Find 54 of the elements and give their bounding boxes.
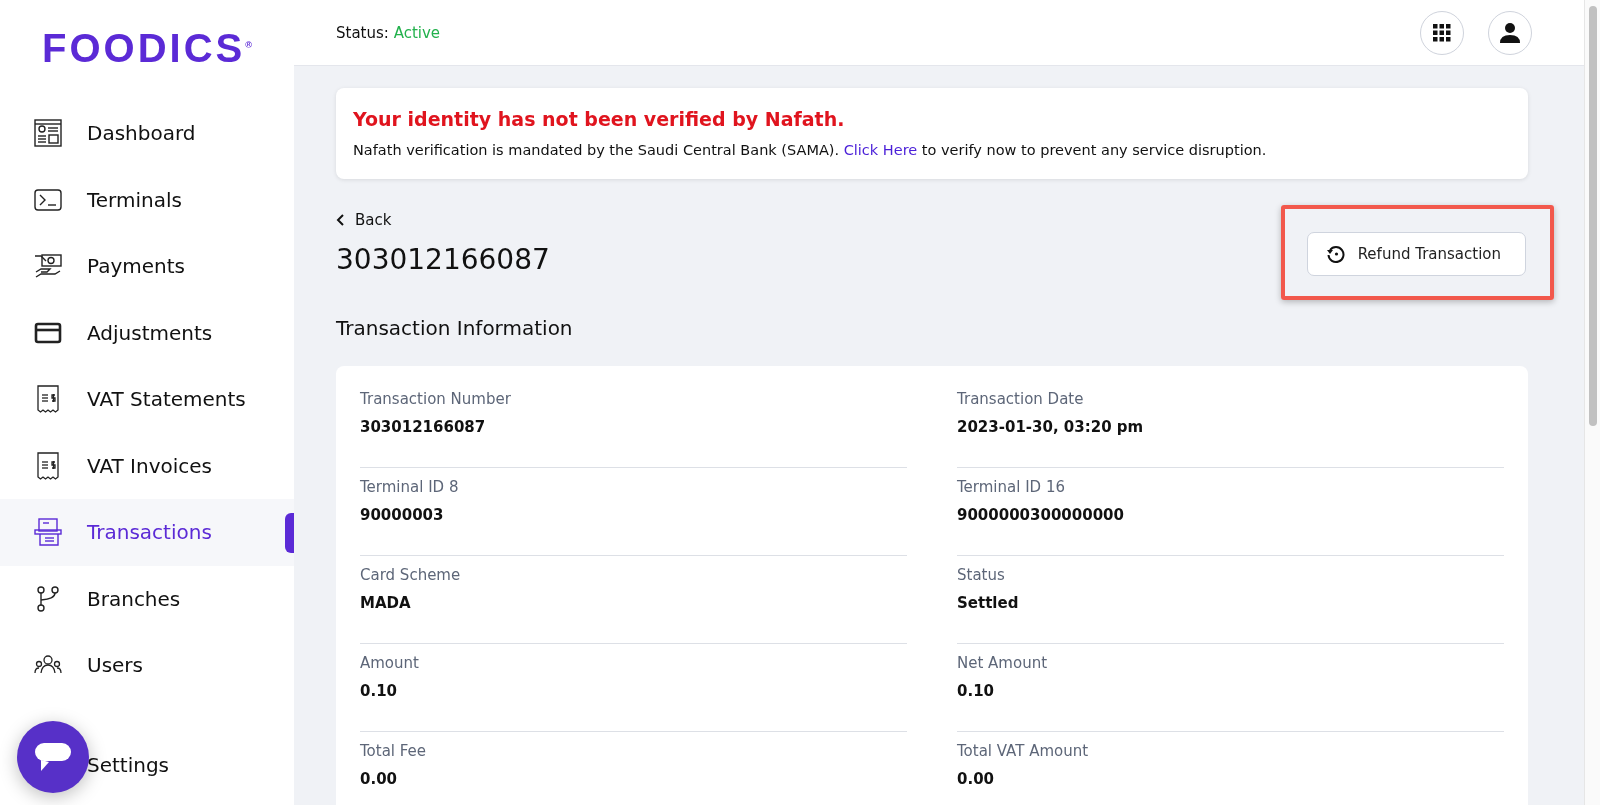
- profile-button[interactable]: [1488, 10, 1532, 55]
- sidebar-item[interactable]: VAT Invoices: [0, 432, 294, 499]
- sidebar-item[interactable]: Settings: [0, 731, 294, 798]
- dashboard-icon: [34, 119, 62, 148]
- field-label: Net Amount: [957, 654, 1049, 672]
- status-text: Status: Active: [336, 23, 442, 42]
- field-value: 0.10: [360, 682, 398, 700]
- active-indicator: [285, 513, 294, 553]
- grid-icon: [1433, 23, 1451, 42]
- chevron-left-icon: [336, 213, 345, 227]
- refund-button[interactable]: Refund Transaction: [1306, 232, 1526, 276]
- field-value: Settled: [957, 594, 1020, 612]
- sidebar-item[interactable]: Branches: [0, 565, 294, 632]
- sidebar-item[interactable]: Transactions: [0, 499, 294, 566]
- field-label: Card Scheme: [360, 566, 462, 584]
- sidebar-item[interactable]: Users: [0, 632, 294, 699]
- field-value: 303012166087: [360, 418, 487, 436]
- field-value: 0.10: [957, 682, 995, 700]
- field-value: 0.00: [957, 770, 995, 788]
- field-label: Transaction Number: [360, 390, 512, 408]
- page-title: 303012166087: [336, 243, 550, 276]
- field-label: Total VAT Amount: [957, 742, 1090, 760]
- field-value: 9000000300000000: [957, 506, 1125, 524]
- section-title: Transaction Information: [336, 316, 574, 340]
- field-value: MADA: [360, 594, 412, 612]
- logo: FOODICS$^{®}$: [41, 25, 252, 72]
- receipt-icon: [34, 451, 62, 480]
- transactions-icon: [34, 518, 62, 547]
- field-label: Status: [957, 566, 1006, 584]
- sidebar-item[interactable]: Terminals: [0, 166, 294, 233]
- sidebar-item[interactable]: Dashboard: [0, 100, 294, 167]
- field-value: 2023-01-30, 03:20 pm: [957, 418, 1145, 436]
- field-label: Total Fee: [360, 742, 428, 760]
- scrollbar-thumb[interactable]: [1588, 6, 1597, 426]
- field-value: 90000003: [360, 506, 445, 524]
- sidebar-item[interactable]: Payments: [0, 233, 294, 300]
- sidebar-item[interactable]: VAT Statements: [0, 366, 294, 433]
- refund-icon: [1325, 244, 1346, 264]
- field-label: Terminal ID 8: [360, 478, 460, 496]
- field-label: Terminal ID 16: [957, 478, 1066, 496]
- chat-button[interactable]: [17, 721, 89, 793]
- field-value: 0.00: [360, 770, 398, 788]
- field-label: Amount: [360, 654, 420, 672]
- hand-cash-icon: [34, 252, 62, 281]
- user-icon: [1499, 21, 1521, 44]
- field-label: Transaction Date: [957, 390, 1085, 408]
- apps-button[interactable]: [1420, 10, 1464, 55]
- branches-icon: [34, 584, 62, 613]
- click-here-link[interactable]: Click Here: [843, 142, 918, 158]
- receipt-icon: [34, 385, 62, 414]
- sidebar-item[interactable]: Adjustments: [0, 299, 294, 366]
- alert-title: Your identity has not been verified by Nafath.: [353, 108, 846, 130]
- alert-text: Nafath verification is mandated by the Saudi Central Bank (SAMA). Click Here to verify now to prevent any service disruption.: [353, 142, 1268, 158]
- back-link[interactable]: Back: [336, 211, 392, 229]
